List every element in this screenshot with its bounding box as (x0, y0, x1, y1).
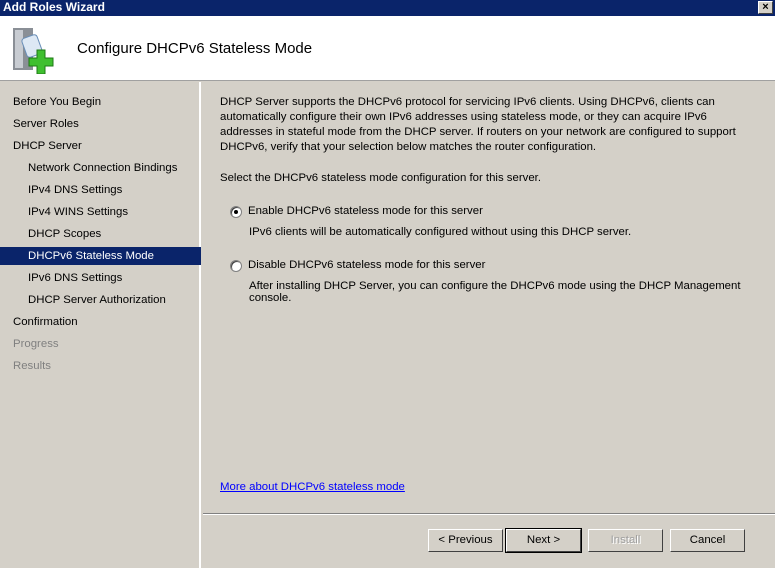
wizard-header: Configure DHCPv6 Stateless Mode (0, 16, 775, 81)
nav-item-server-roles[interactable]: Server Roles (0, 115, 201, 133)
nav-item-ipv4-wins-settings[interactable]: IPv4 WINS Settings (0, 203, 201, 221)
enable-stateless-radio[interactable] (230, 206, 242, 218)
prompt-text: Select the DHCPv6 stateless mode configu… (220, 172, 541, 184)
nav-item-dhcp-scopes[interactable]: DHCP Scopes (0, 225, 201, 243)
previous-button[interactable]: < Previous (428, 529, 503, 552)
window-title: Add Roles Wizard (3, 0, 105, 14)
nav-item-network-connection-bindings[interactable]: Network Connection Bindings (0, 159, 201, 177)
wizard-steps: Before You Begin Server Roles DHCP Server N… (0, 82, 201, 568)
nav-item-ipv4-dns-settings[interactable]: IPv4 DNS Settings (0, 181, 201, 199)
more-info-link[interactable]: More about DHCPv6 stateless mode (220, 481, 405, 493)
nav-item-ipv6-dns-settings[interactable]: IPv6 DNS Settings (0, 269, 201, 287)
nav-item-confirmation[interactable]: Confirmation (0, 313, 201, 331)
disable-stateless-desc: After installing DHCP Server, you can co… (249, 280, 741, 304)
nav-item-dhcp-server[interactable]: DHCP Server (0, 137, 201, 155)
disable-stateless-label[interactable]: Disable DHCPv6 stateless mode for this s… (248, 259, 485, 271)
cancel-button[interactable]: Cancel (670, 529, 745, 552)
server-add-icon (13, 28, 54, 74)
title-bar: Add Roles Wizard × (0, 0, 775, 16)
next-button[interactable]: Next > (505, 528, 582, 553)
page-title: Configure DHCPv6 Stateless Mode (77, 40, 313, 57)
nav-item-dhcp-server-authorization[interactable]: DHCP Server Authorization (0, 291, 201, 309)
enable-stateless-label[interactable]: Enable DHCPv6 stateless mode for this se… (248, 205, 483, 217)
nav-item-before-you-begin[interactable]: Before You Begin (0, 93, 201, 111)
nav-item-dhcpv6-stateless-mode[interactable]: DHCPv6 Stateless Mode (0, 247, 201, 265)
install-button[interactable]: Install (588, 529, 663, 552)
nav-item-results: Results (13, 360, 51, 372)
divider (203, 513, 775, 515)
enable-stateless-desc: IPv6 clients will be automatically confi… (249, 226, 632, 238)
disable-stateless-radio[interactable] (230, 260, 242, 272)
intro-text: DHCP Server supports the DHCPv6 protocol… (220, 96, 736, 153)
nav-item-progress: Progress (13, 338, 59, 350)
close-button[interactable]: × (758, 1, 773, 14)
